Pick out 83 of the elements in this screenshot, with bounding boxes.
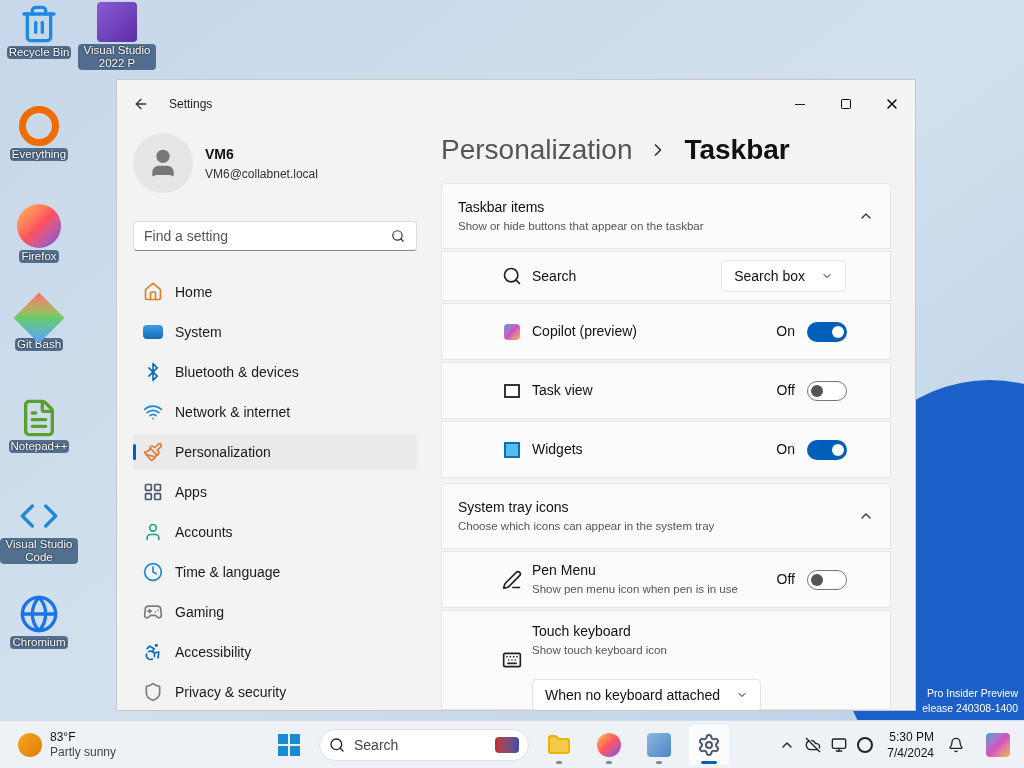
setting-label: Widgets — [532, 440, 584, 459]
minimize-icon — [795, 103, 805, 105]
toggle-switch[interactable] — [807, 380, 847, 401]
accessibility-icon — [143, 642, 163, 662]
window-title: Settings — [169, 96, 213, 113]
desktop-icon-label[interactable]: Firefox — [19, 250, 59, 263]
desktop-icon-label[interactable]: Visual Studio 2022 P — [78, 44, 156, 70]
weather-condition: Partly sunny — [50, 744, 117, 760]
toggle-switch[interactable] — [807, 439, 847, 460]
nav-item[interactable]: System — [133, 314, 417, 350]
section-subtitle: Choose which icons can appear in the system tray — [458, 518, 716, 534]
setting-label: Search — [532, 266, 578, 286]
monitor-icon — [143, 325, 163, 339]
desktop-icon-label[interactable]: Everything — [9, 148, 69, 161]
magnifier-icon — [19, 106, 59, 146]
person-icon — [143, 522, 163, 542]
system-watermark: elease 240308-1400 — [922, 701, 1018, 716]
nav-item[interactable]: Privacy & security — [133, 674, 417, 710]
nav-item[interactable]: Home — [133, 274, 417, 310]
setting-description: Show touch keyboard icon — [532, 643, 668, 658]
toggle-state-text: On — [776, 322, 795, 341]
toggle-switch[interactable] — [807, 569, 847, 590]
nav-item[interactable]: Time & language — [133, 554, 417, 590]
setting-label: Pen Menu — [532, 561, 597, 581]
home-icon — [143, 282, 163, 302]
desktop-icon-label[interactable]: Recycle Bin — [6, 46, 72, 59]
desktop-icon-label[interactable]: Notepad++ — [8, 440, 70, 453]
setting-label: Copilot (preview) — [532, 322, 639, 341]
bell-icon[interactable] — [948, 736, 964, 753]
system-watermark: Pro Insider Preview — [926, 686, 1018, 701]
section-header[interactable]: System tray icons Choose which icons can appear in the system tray — [441, 483, 891, 549]
account-email: VM6@collabnet.local — [205, 165, 318, 183]
toggle-state-text: Off — [776, 570, 795, 589]
search-icon — [391, 229, 405, 243]
desktop-icon-label[interactable]: Visual Studio Code — [0, 538, 78, 564]
monitor-icon[interactable] — [831, 736, 848, 753]
desktop-icon-label[interactable]: Git Bash — [14, 338, 64, 351]
setting-description: Show pen menu icon when pen is in use — [532, 582, 739, 598]
section-title: Taskbar items — [458, 197, 546, 217]
clock-date[interactable]: 7/4/2024 — [887, 744, 934, 761]
toggle-switch[interactable] — [807, 321, 847, 342]
folder-icon — [547, 732, 571, 757]
maximize-icon — [840, 98, 852, 110]
gamepad-icon — [143, 602, 163, 622]
shield-icon — [143, 682, 163, 702]
toggle-state-text: On — [776, 440, 795, 459]
nav-item[interactable]: Network & internet — [133, 394, 417, 430]
apps-icon — [143, 482, 163, 502]
nav-item[interactable]: Gaming — [133, 594, 417, 630]
nav-item[interactable]: Personalization — [133, 434, 417, 470]
search-icon — [502, 266, 522, 286]
dropdown[interactable]: When no keyboard attached — [532, 679, 762, 710]
search-icon — [329, 736, 345, 753]
widgets-icon — [504, 441, 520, 458]
section-subtitle: Show or hide buttons that appear on the taskbar — [458, 218, 705, 234]
globe-icon — [19, 594, 59, 634]
nav-item[interactable]: Accounts — [133, 514, 417, 550]
cloud-off-icon[interactable] — [805, 736, 822, 753]
breadcrumb-parent[interactable]: Personalization — [441, 129, 633, 171]
pen-icon — [502, 569, 522, 590]
nav-item[interactable]: Apps — [133, 474, 417, 510]
nav-item[interactable]: Accessibility — [133, 634, 417, 670]
task-view-icon — [504, 383, 520, 398]
setting-label: Task view — [532, 381, 594, 400]
toggle-state-text: Off — [776, 381, 795, 400]
wifi-icon — [143, 402, 163, 422]
section-header[interactable]: Taskbar items Show or hide buttons that appear on the taskbar — [441, 183, 891, 249]
dropdown[interactable]: Search box — [721, 260, 846, 292]
account-name: VM6 — [205, 144, 235, 164]
weather-temperature: 83°F — [50, 729, 77, 745]
taskbar-app-button[interactable] — [689, 724, 729, 765]
taskbar-search-field[interactable]: Search — [319, 728, 529, 761]
page-title: Taskbar — [684, 133, 790, 167]
brush-icon — [143, 442, 163, 462]
keyboard-icon — [502, 650, 522, 670]
clock-icon — [143, 562, 163, 582]
desktop-icon-label[interactable]: Chromium — [10, 636, 68, 649]
setting-label: Touch keyboard — [532, 622, 632, 641]
gear-icon — [697, 732, 721, 757]
settings-search-field[interactable]: Find a setting — [133, 221, 417, 251]
nav-item[interactable]: Bluetooth & devices — [133, 354, 417, 390]
clock-time[interactable]: 5:30 PM — [889, 728, 934, 745]
section-title: System tray icons — [458, 497, 570, 517]
